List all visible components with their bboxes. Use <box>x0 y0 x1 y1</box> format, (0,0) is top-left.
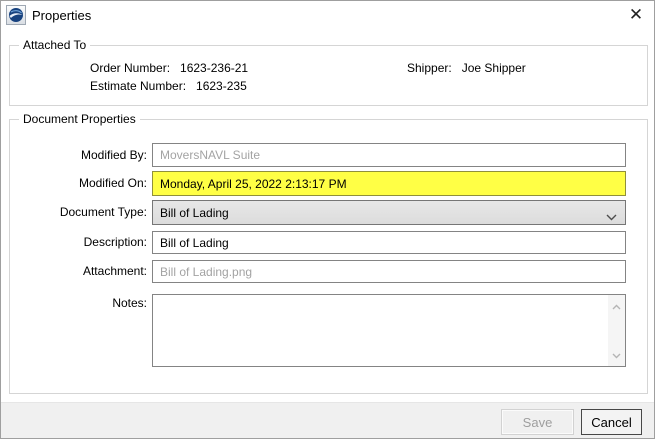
shipper-row: Shipper: Joe Shipper <box>407 61 526 75</box>
document-properties-group: Document Properties Modified By: Modifie… <box>9 112 648 394</box>
estimate-number-row: Estimate Number: 1623-235 <box>90 79 247 93</box>
cancel-button[interactable]: Cancel <box>581 409 642 435</box>
document-type-value: Bill of Lading <box>160 205 229 220</box>
document-properties-legend: Document Properties <box>19 112 140 126</box>
properties-dialog: Properties ✕ Attached To Order Number: 16… <box>0 0 655 439</box>
document-type-label: Document Type: <box>59 205 147 219</box>
notes-label: Notes: <box>112 296 147 310</box>
estimate-number-value: 1623-235 <box>196 79 247 93</box>
attachment-label: Attachment: <box>82 264 147 278</box>
save-button[interactable]: Save <box>501 409 574 435</box>
order-number-row: Order Number: 1623-236-21 <box>90 61 248 75</box>
estimate-number-label: Estimate Number: <box>90 79 187 93</box>
document-type-dropdown[interactable]: Bill of Lading <box>152 200 626 225</box>
titlebar: Properties ✕ <box>1 1 654 33</box>
close-icon[interactable]: ✕ <box>626 5 646 25</box>
chevron-up-icon[interactable] <box>612 299 621 313</box>
description-label: Description: <box>83 235 147 249</box>
modified-by-field[interactable] <box>152 143 626 167</box>
modified-on-label: Modified On: <box>78 176 147 190</box>
chevron-down-icon <box>606 210 617 224</box>
shipper-value: Joe Shipper <box>461 61 526 75</box>
shipper-label: Shipper: <box>407 61 452 75</box>
order-number-value: 1623-236-21 <box>180 61 249 75</box>
order-number-label: Order Number: <box>90 61 171 75</box>
modified-on-field[interactable] <box>152 171 626 196</box>
footer: Save Cancel <box>1 402 654 438</box>
notes-field[interactable] <box>153 295 608 366</box>
chevron-down-icon[interactable] <box>612 348 621 362</box>
modified-by-label: Modified By: <box>80 148 147 162</box>
window-title: Properties <box>32 8 92 23</box>
attached-to-legend: Attached To <box>19 38 91 52</box>
notes-scrollbar[interactable] <box>608 295 625 366</box>
description-field[interactable] <box>152 231 626 254</box>
app-logo-icon <box>6 5 26 25</box>
attachment-field[interactable] <box>152 260 626 283</box>
attached-to-group: Attached To Order Number: 1623-236-21 Est… <box>9 38 648 106</box>
notes-field-wrap <box>152 294 626 367</box>
